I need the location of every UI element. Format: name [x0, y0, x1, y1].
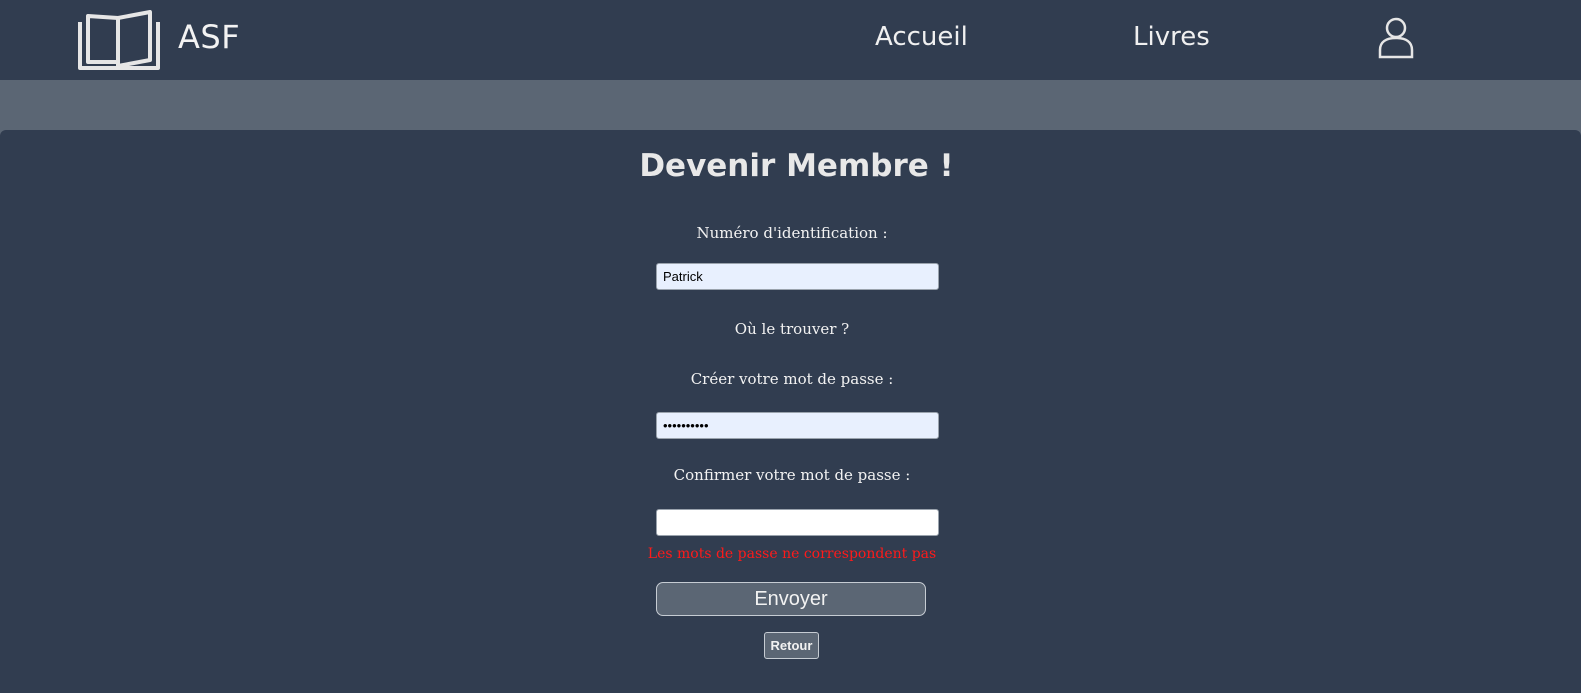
password-label: Créer votre mot de passe : [690, 370, 894, 388]
password-input[interactable] [656, 412, 939, 439]
brand-name[interactable]: ASF [178, 18, 240, 56]
id-input[interactable] [656, 263, 939, 290]
confirm-password-input[interactable] [656, 509, 939, 536]
user-icon[interactable] [1378, 17, 1414, 59]
submit-button[interactable]: Envoyer [656, 582, 926, 616]
error-message: Les mots de passe ne correspondent pas [647, 546, 937, 562]
nav-link-livres[interactable]: Livres [1133, 22, 1210, 52]
id-label: Numéro d'identification : [696, 224, 888, 242]
open-book-icon[interactable] [78, 10, 160, 70]
top-navbar: ASF Accueil Livres [0, 0, 1581, 80]
nav-link-accueil[interactable]: Accueil [875, 22, 968, 52]
confirm-password-label: Confirmer votre mot de passe : [673, 466, 911, 484]
page-title: Devenir Membre ! [639, 148, 954, 184]
where-to-find-link[interactable]: Où le trouver ? [592, 320, 992, 338]
back-button[interactable]: Retour [764, 632, 819, 659]
